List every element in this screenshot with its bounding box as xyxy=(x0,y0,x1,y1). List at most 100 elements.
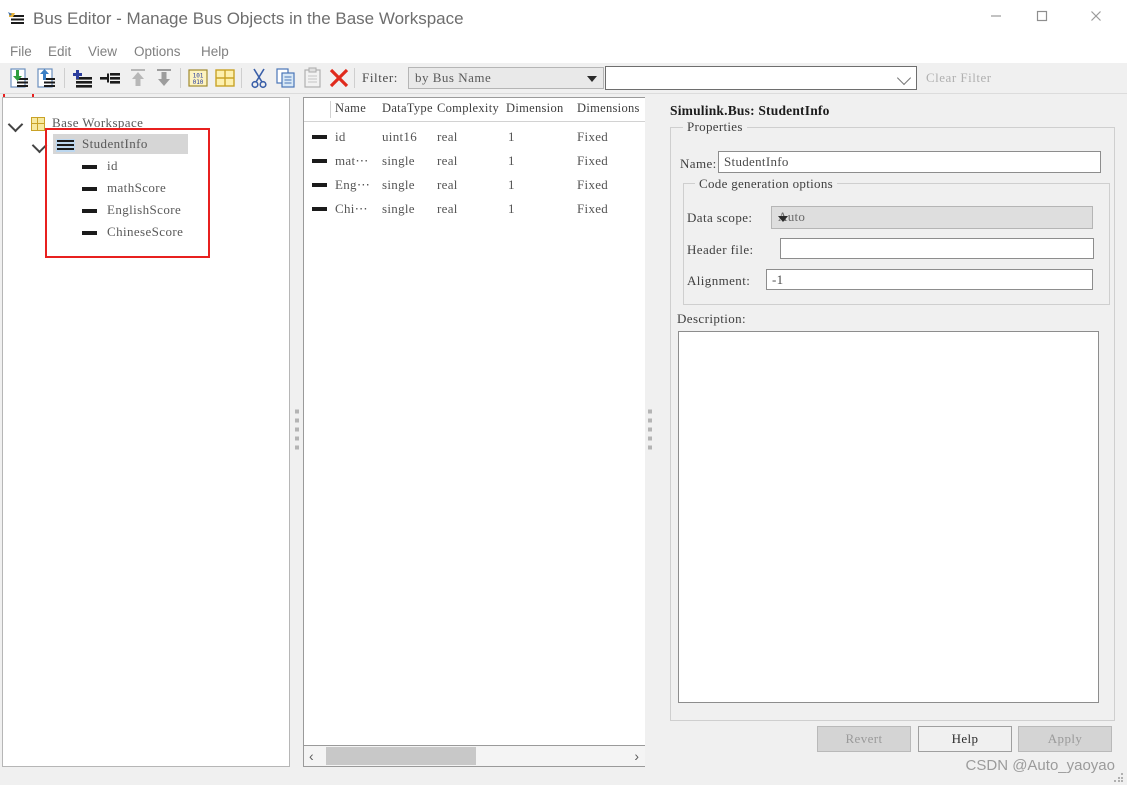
move-up-icon[interactable] xyxy=(126,66,150,90)
chevron-down-icon xyxy=(778,216,788,222)
left-splitter[interactable] xyxy=(292,97,302,767)
menu-item-options[interactable]: Options xyxy=(131,43,184,60)
cut-icon[interactable] xyxy=(247,66,271,90)
cell-dimensions: 1 xyxy=(508,129,515,144)
scrollbar-thumb[interactable] xyxy=(326,747,476,765)
maximize-button[interactable] xyxy=(1019,0,1065,32)
description-textarea[interactable] xyxy=(678,331,1099,703)
bus-element-icon xyxy=(82,187,97,191)
table-header-complexity[interactable]: Complexity xyxy=(437,101,503,121)
menu-item-help[interactable]: Help xyxy=(198,43,232,60)
table-row[interactable]: id uint16 real 1 Fixed xyxy=(304,125,645,149)
revert-button[interactable]: Revert xyxy=(817,726,911,752)
chevron-down-icon xyxy=(896,70,912,86)
cell-name: mat⋯ xyxy=(335,153,369,168)
cell-dimensions-mode: Fixed xyxy=(577,201,609,216)
header-file-field[interactable] xyxy=(780,238,1094,259)
tree-label-studentinfo: StudentInfo xyxy=(82,136,148,151)
move-down-icon[interactable] xyxy=(152,66,176,90)
cell-name: Chi⋯ xyxy=(335,201,368,216)
table-header-icon-col[interactable] xyxy=(304,101,331,121)
name-label: Name: xyxy=(680,156,717,171)
close-button[interactable] xyxy=(1073,0,1119,32)
copy-icon[interactable] xyxy=(274,66,298,90)
name-field-value: StudentInfo xyxy=(724,154,789,169)
filter-mode-select[interactable]: by Bus Name xyxy=(408,67,604,89)
menu-item-edit[interactable]: Edit xyxy=(45,43,74,60)
cell-dimensions: 1 xyxy=(508,201,515,216)
description-label: Description: xyxy=(677,311,747,326)
bus-object-icon xyxy=(56,139,75,152)
table-horizontal-scrollbar[interactable]: ‹ › xyxy=(303,745,646,767)
table-row[interactable]: mat⋯ single real 1 Fixed xyxy=(304,149,645,173)
title-bar: Bus Editor - Manage Bus Objects in the B… xyxy=(0,0,1127,41)
menu-item-file[interactable]: File xyxy=(7,43,35,60)
alignment-value: -1 xyxy=(772,272,784,287)
bus-tree-panel: Base Workspace StudentInfo id mathScore … xyxy=(2,97,290,767)
resize-grip-icon[interactable] xyxy=(1114,773,1124,783)
bus-element-icon xyxy=(312,135,327,139)
data-scope-label: Data scope: xyxy=(687,210,753,225)
scroll-right-arrow-icon[interactable]: › xyxy=(634,748,639,764)
chevron-down-icon[interactable] xyxy=(7,116,24,133)
clear-filter-button[interactable]: Clear Filter xyxy=(926,70,992,86)
filter-input[interactable] xyxy=(605,66,917,90)
filter-label: Filter: xyxy=(362,70,398,85)
tree-label-base-workspace: Base Workspace xyxy=(52,115,144,130)
window-title: Bus Editor - Manage Bus Objects in the B… xyxy=(33,9,464,28)
grid-workspace-icon xyxy=(31,117,45,131)
tree-label-englishscore: EnglishScore xyxy=(107,202,182,217)
cell-complexity: real xyxy=(437,129,458,144)
apply-button[interactable]: Apply xyxy=(1018,726,1112,752)
tree-label-mathscore: mathScore xyxy=(107,180,167,195)
cell-datatype: single xyxy=(382,177,415,192)
alignment-label: Alignment: xyxy=(687,273,751,288)
properties-group-label: Properties xyxy=(683,119,747,135)
table-header-dimensions-mode[interactable]: Dimensions xyxy=(577,101,649,121)
cell-name: id xyxy=(335,129,346,144)
bus-element-icon xyxy=(312,183,327,187)
cell-name: Eng⋯ xyxy=(335,177,371,192)
table-row[interactable]: Eng⋯ single real 1 Fixed xyxy=(304,173,645,197)
binary-data-icon[interactable]: 101 010 xyxy=(186,66,210,90)
cell-datatype: single xyxy=(382,153,415,168)
table-row[interactable]: Chi⋯ single real 1 Fixed xyxy=(304,197,645,221)
delete-icon[interactable] xyxy=(327,66,351,90)
minimize-button[interactable] xyxy=(973,0,1019,32)
table-header-row: Name DataType Complexity Dimension Dimen… xyxy=(304,98,645,122)
name-field[interactable]: StudentInfo xyxy=(718,151,1101,173)
export-to-file-icon[interactable] xyxy=(35,66,59,90)
cell-complexity: real xyxy=(437,201,458,216)
cell-complexity: real xyxy=(437,177,458,192)
bus-element-icon xyxy=(312,207,327,211)
add-bus-icon[interactable] xyxy=(70,66,94,90)
bus-editor-icon xyxy=(8,12,26,28)
bus-elements-table: Name DataType Complexity Dimension Dimen… xyxy=(303,97,646,767)
bus-editor-window: Bus Editor - Manage Bus Objects in the B… xyxy=(0,0,1127,785)
import-from-file-icon[interactable] xyxy=(8,66,32,90)
chevron-down-icon xyxy=(587,76,597,82)
header-file-label: Header file: xyxy=(687,242,754,257)
right-splitter[interactable] xyxy=(645,97,655,767)
help-button[interactable]: Help xyxy=(918,726,1012,752)
grid-icon[interactable] xyxy=(213,66,237,90)
bus-element-icon xyxy=(82,209,97,213)
table-header-datatype[interactable]: DataType xyxy=(382,101,434,121)
add-bus-element-icon[interactable] xyxy=(98,66,122,90)
alignment-field[interactable]: -1 xyxy=(766,269,1093,290)
tree-label-chinesescore: ChineseScore xyxy=(107,224,184,239)
chevron-down-icon[interactable] xyxy=(31,137,48,154)
table-header-dimensions[interactable]: Dimension xyxy=(506,101,574,121)
bus-element-icon xyxy=(82,165,97,169)
table-header-name[interactable]: Name xyxy=(335,101,377,121)
cell-dimensions-mode: Fixed xyxy=(577,129,609,144)
filter-mode-value: by Bus Name xyxy=(415,70,492,85)
cell-complexity: real xyxy=(437,153,458,168)
bus-element-icon xyxy=(82,231,97,235)
scroll-left-arrow-icon[interactable]: ‹ xyxy=(309,748,314,764)
menu-item-view[interactable]: View xyxy=(85,43,120,60)
properties-title: Simulink.Bus: StudentInfo xyxy=(670,103,830,118)
data-scope-select[interactable]: Auto xyxy=(771,206,1093,229)
cell-dimensions: 1 xyxy=(508,177,515,192)
paste-icon[interactable] xyxy=(301,66,325,90)
